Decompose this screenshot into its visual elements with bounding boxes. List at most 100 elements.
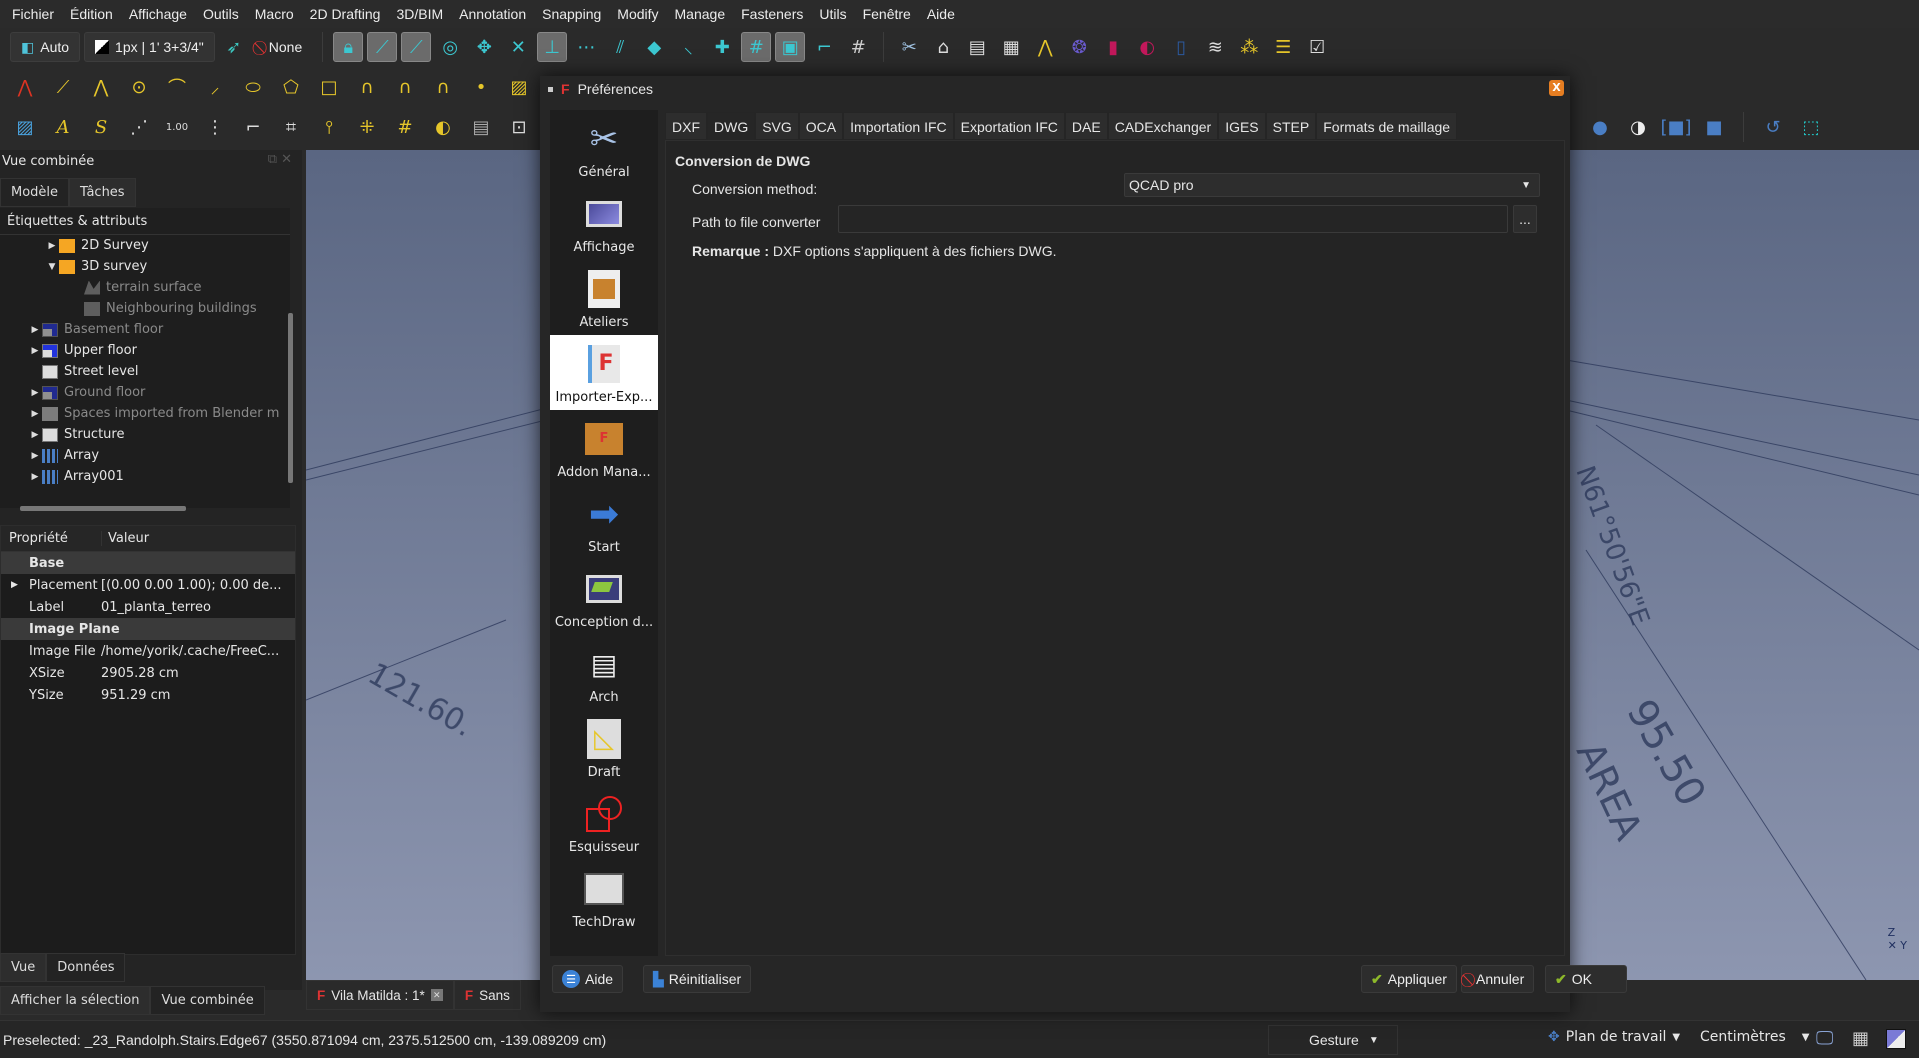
tree-item[interactable]: ▶ Ground floor bbox=[0, 382, 290, 403]
collapsed-arrow-icon[interactable]: ▶ bbox=[28, 430, 42, 440]
collapsed-arrow-icon[interactable]: ▶ bbox=[28, 325, 42, 335]
menu-aide[interactable]: Aide bbox=[919, 6, 963, 22]
window-icon[interactable]: ▦ bbox=[996, 32, 1026, 62]
hatch-icon[interactable]: ▨ bbox=[504, 72, 534, 102]
axis-system-icon[interactable]: ⁜ bbox=[352, 112, 382, 142]
common-icon[interactable]: ◑ bbox=[1623, 112, 1653, 142]
browse-button[interactable]: ... bbox=[1513, 205, 1537, 233]
section-plane-icon[interactable]: ◐ bbox=[428, 112, 458, 142]
schedule-icon[interactable]: ☰ bbox=[1268, 32, 1298, 62]
menu-fichier[interactable]: Fichier bbox=[4, 6, 62, 22]
construction-mode-button[interactable]: ➶ bbox=[219, 32, 249, 62]
polygon-icon[interactable]: ⬠ bbox=[276, 72, 306, 102]
grid-icon[interactable]: # bbox=[390, 112, 420, 142]
help-button[interactable]: ☰ Aide bbox=[552, 965, 624, 993]
layer-plan-icon[interactable]: ▤ bbox=[466, 112, 496, 142]
ellipse-icon[interactable]: ⬭ bbox=[238, 72, 268, 102]
checklist-icon[interactable]: ☑ bbox=[1302, 32, 1332, 62]
tree-item[interactable]: ▶ Array bbox=[0, 445, 290, 466]
snap-midpoint-icon[interactable]: ⟋ bbox=[401, 32, 432, 62]
tab-oca[interactable]: OCA bbox=[798, 112, 844, 140]
tab-dwg[interactable]: DWG bbox=[707, 112, 756, 140]
tree-item[interactable]: Street level bbox=[0, 361, 290, 382]
apply-button[interactable]: ✔ Appliquer bbox=[1361, 965, 1457, 993]
property-value[interactable]: 2905.28 cm bbox=[101, 666, 295, 681]
tree-item[interactable]: ▶ 2D Survey bbox=[0, 235, 290, 256]
ok-button[interactable]: ✔ OK bbox=[1545, 965, 1627, 993]
property-value[interactable]: [(0.00 0.00 1.00); 0.00 de... bbox=[101, 578, 295, 593]
menu-2d-drafting[interactable]: 2D Drafting bbox=[302, 6, 389, 22]
chart-icon[interactable]: ▮ bbox=[1098, 32, 1128, 62]
page-affichage[interactable]: Affichage bbox=[550, 185, 658, 260]
tab-dxf[interactable]: DXF bbox=[665, 112, 707, 140]
sheet-icon[interactable]: ▤ bbox=[962, 32, 992, 62]
annotation-style-icon[interactable]: ⊡ bbox=[504, 112, 534, 142]
snap-near-icon[interactable]: ⸜ bbox=[673, 32, 703, 62]
label-icon[interactable]: ⌗ bbox=[276, 112, 306, 142]
tab-exportation-ifc[interactable]: Exportation IFC bbox=[953, 112, 1065, 140]
tree-item[interactable]: ▼ 3D survey bbox=[0, 256, 290, 277]
doc-tab-vila-matilda[interactable]: F Vila Matilda : 1* ✕ bbox=[306, 980, 454, 1010]
tab-formats-maillage[interactable]: Formats de maillage bbox=[1316, 112, 1458, 140]
page-start[interactable]: ➡ Start bbox=[550, 485, 658, 560]
expanded-arrow-icon[interactable]: ▼ bbox=[45, 262, 59, 272]
tree-hscrollbar[interactable] bbox=[20, 506, 186, 511]
text-icon[interactable]: A bbox=[48, 112, 78, 142]
toggle-grid-icon[interactable]: # bbox=[843, 32, 873, 62]
ifc-icon[interactable]: ❂ bbox=[1064, 32, 1094, 62]
reverse-icon[interactable]: ↺ bbox=[1758, 112, 1788, 142]
snap-intersection-icon[interactable]: ✕ bbox=[503, 32, 533, 62]
image-icon[interactable]: ▨ bbox=[10, 112, 40, 142]
path-to-converter-input[interactable] bbox=[838, 205, 1508, 233]
property-value[interactable]: /home/yorik/.cache/FreeC... bbox=[101, 644, 295, 659]
property-row[interactable]: Label 01_planta_terreo bbox=[1, 596, 295, 618]
menu-manage[interactable]: Manage bbox=[667, 6, 734, 22]
menu-macro[interactable]: Macro bbox=[247, 6, 302, 22]
property-row[interactable]: XSize 2905.28 cm bbox=[1, 662, 295, 684]
cubic-bezier-icon[interactable]: ∩ bbox=[390, 72, 420, 102]
material-icon[interactable]: ⋀ bbox=[1030, 32, 1060, 62]
menu-3d-bim[interactable]: 3D/BIM bbox=[388, 6, 451, 22]
expand-arrow-icon[interactable]: ▶ bbox=[11, 580, 18, 590]
line-width-button[interactable]: 1px | 1' 3+3/4" bbox=[84, 32, 215, 62]
bspline-icon[interactable]: ∩ bbox=[352, 72, 382, 102]
polyline-icon[interactable]: ⋀ bbox=[86, 72, 116, 102]
snap-endpoint-icon[interactable]: ⟋ bbox=[367, 32, 398, 62]
circle-icon[interactable]: ⊙ bbox=[124, 72, 154, 102]
tab-modele[interactable]: Modèle bbox=[0, 178, 70, 207]
tab-importation-ifc[interactable]: Importation IFC bbox=[843, 112, 954, 140]
tree-item[interactable]: ▶ Structure bbox=[0, 424, 290, 445]
draw-style-status-icon[interactable] bbox=[1886, 1029, 1906, 1049]
shapestring-icon[interactable]: S bbox=[86, 112, 116, 142]
tree-item[interactable]: ▶ Basement floor bbox=[0, 319, 290, 340]
page-arch[interactable]: ▤ Arch bbox=[550, 635, 658, 710]
snap-grid-icon[interactable]: # bbox=[741, 32, 772, 62]
menu-annotation[interactable]: Annotation bbox=[451, 6, 534, 22]
book-icon[interactable]: ▯ bbox=[1166, 32, 1196, 62]
collapsed-arrow-icon[interactable]: ▶ bbox=[28, 346, 42, 356]
page-general[interactable]: ✂ Général bbox=[550, 110, 658, 185]
reset-button[interactable]: ▙ Réinitialiser bbox=[643, 965, 752, 993]
arc-3points-icon[interactable]: ⸝ bbox=[200, 72, 230, 102]
window-menu-icon[interactable] bbox=[548, 86, 553, 92]
close-icon[interactable]: X bbox=[1549, 80, 1564, 96]
snap-center-icon[interactable]: ◎ bbox=[435, 32, 465, 62]
snap-parallel-icon[interactable]: ⫽ bbox=[605, 32, 635, 62]
page-techdraw[interactable]: TechDraw bbox=[550, 860, 658, 935]
tab-taches[interactable]: Tâches bbox=[69, 178, 136, 207]
collapsed-arrow-icon[interactable]: ▶ bbox=[28, 472, 42, 482]
building-icon[interactable]: ⌂ bbox=[928, 32, 958, 62]
collapsed-arrow-icon[interactable]: ▶ bbox=[28, 409, 42, 419]
collapsed-arrow-icon[interactable]: ▶ bbox=[28, 451, 42, 461]
menu-outils[interactable]: Outils bbox=[195, 6, 247, 22]
property-row[interactable]: ▶ Placement [(0.00 0.00 1.00); 0.00 de... bbox=[1, 574, 295, 596]
tab-vue-combinee[interactable]: Vue combinée bbox=[150, 986, 265, 1015]
menu-fasteners[interactable]: Fasteners bbox=[733, 6, 811, 22]
rectangle-icon[interactable]: □ bbox=[314, 72, 344, 102]
navigation-style-selector[interactable]: Gesture ▼ bbox=[1268, 1025, 1398, 1055]
page-addon-manager[interactable]: F Addon Mana... bbox=[550, 410, 658, 485]
tree-item[interactable]: terrain surface bbox=[0, 277, 290, 298]
close-tab-icon[interactable]: ✕ bbox=[430, 989, 443, 1001]
ifc-explorer-icon[interactable]: ◐ bbox=[1132, 32, 1162, 62]
dimension-angular-icon[interactable]: ⋰ bbox=[124, 112, 154, 142]
